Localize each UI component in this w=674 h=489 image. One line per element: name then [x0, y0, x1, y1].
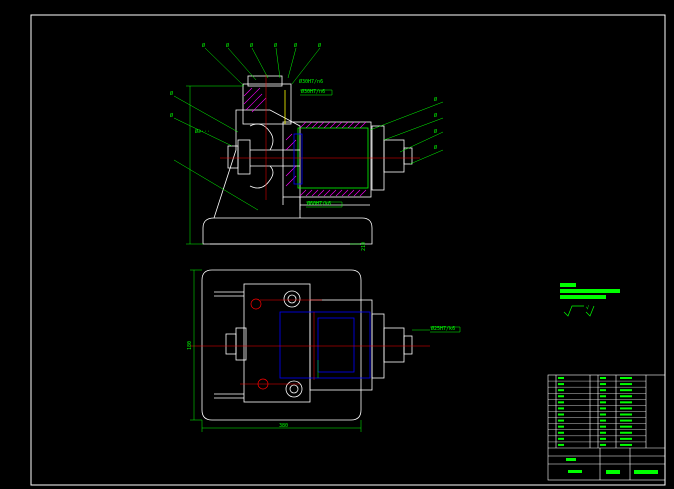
balloon-7: Ø [170, 91, 174, 97]
title-block-cell-text [558, 425, 564, 428]
cad-drawing-canvas: 380 180 210 Ø Ø Ø Ø Ø Ø Ø Ø Ø Ø Ø Ø Ø30H… [0, 0, 674, 489]
section-hatch [243, 87, 367, 197]
title-block-fills [566, 458, 658, 474]
title-block-cell-text [620, 425, 632, 428]
title-block-cell-text [620, 395, 632, 398]
tolerance-callout-2: Ø60H7/k6 [307, 201, 332, 207]
balloon-12: Ø [434, 145, 438, 151]
title-block-cell-text [600, 431, 606, 434]
balloon-11: Ø [434, 129, 438, 135]
title-block-cell-text [558, 377, 564, 379]
balloon-4: Ø [274, 43, 278, 49]
balloon-5: Ø [294, 43, 298, 49]
front-leaders [173, 47, 444, 245]
title-block-cell-text [620, 431, 632, 434]
top-left-knob [225, 333, 237, 355]
front-base [202, 217, 373, 245]
balloon-10: Ø [434, 113, 438, 119]
title-block-cell-text [558, 395, 564, 398]
title-block-cell-text [620, 383, 632, 386]
cad-drawing [30, 14, 666, 486]
title-block-cell-text [558, 407, 564, 410]
shaft-housing [282, 121, 372, 198]
title-block-cell-text [600, 407, 606, 410]
title-block-cell-text [620, 443, 632, 446]
title-block-cell-text [600, 389, 606, 392]
balloon-9: Ø [434, 97, 438, 103]
title-block-cell-text [558, 413, 564, 416]
title-block-cell-text [558, 389, 564, 392]
title-block-cell-text [558, 437, 564, 440]
title-block-cell-text [558, 431, 564, 434]
tolerance-callout-5: Ø30H7/n6 [299, 79, 324, 85]
title-block-cell-text [600, 425, 606, 428]
title-block-cell-text [558, 443, 564, 446]
dim-vertical-label: 210 [361, 241, 368, 252]
balloon-2: Ø [226, 43, 230, 49]
top-dimensions [190, 269, 461, 432]
sheet-border [30, 14, 666, 486]
title-block-cell-text [600, 377, 606, 379]
title-block-cell-text [600, 413, 606, 416]
dim-width-label: 380 [279, 423, 289, 429]
balloon-1: Ø [202, 43, 206, 49]
bolt-hole-top [283, 290, 301, 308]
title-block-cell-text [620, 413, 632, 416]
title-block-cell-text [620, 419, 632, 422]
title-block-cell-text [600, 401, 606, 404]
technical-notes [560, 283, 620, 317]
left-knob [227, 145, 239, 169]
tolerance-callout-4: Ø25H7/k6 [431, 326, 456, 332]
title-block-cell-text [620, 437, 632, 440]
title-block-cell-text [600, 443, 606, 446]
roughness-label: √ [586, 305, 590, 311]
title-block-cell-text [558, 419, 564, 422]
title-block-rows [548, 377, 646, 446]
title-block-cell-text [600, 395, 606, 398]
front-upright [213, 109, 301, 219]
title-block-cell-text [558, 401, 564, 404]
bolt-hole-bottom [285, 380, 303, 398]
front-view [202, 75, 413, 245]
balloon-3: Ø [250, 43, 254, 49]
top-view [201, 269, 413, 421]
tolerance-callout-1: Ø30H7/n6 [301, 89, 326, 95]
title-block-cell-text [620, 377, 632, 379]
title-block-cell-text [600, 419, 606, 422]
title-block-cell-text [558, 383, 564, 386]
tolerance-callout-3: Ø∂··· [195, 129, 211, 135]
title-block-cell-text [600, 437, 606, 440]
title-block-cell-text [620, 407, 632, 410]
dim-height-label: 180 [187, 340, 194, 351]
title-block [547, 374, 666, 481]
title-block-cell-text [600, 383, 606, 386]
title-block-cell-text [620, 401, 632, 404]
balloon-8: Ø [170, 113, 174, 119]
title-block-cell-text [620, 389, 632, 392]
balloon-6: Ø [318, 43, 322, 49]
